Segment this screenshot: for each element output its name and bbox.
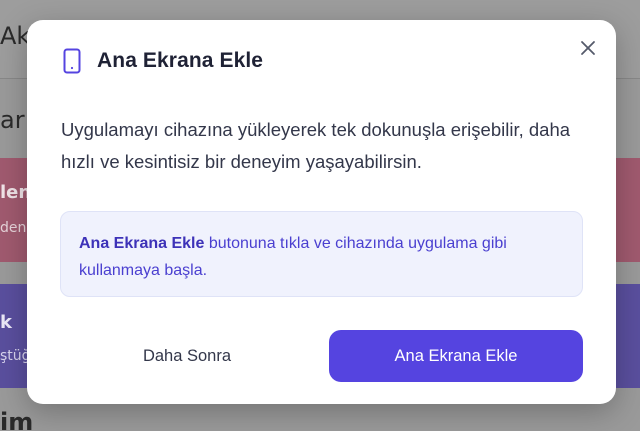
background-card-subtitle: ştüğ bbox=[0, 348, 31, 364]
later-button[interactable]: Daha Sonra bbox=[87, 330, 287, 382]
dialog-title: Ana Ekrana Ekle bbox=[97, 49, 264, 72]
dialog-description: Uygulamayı cihazına yükleyerek tek dokun… bbox=[61, 119, 571, 172]
add-to-home-button[interactable]: Ana Ekrana Ekle bbox=[329, 330, 583, 382]
viewport: Ak ar len den k ştüğ im Ana Ekrana Ekle bbox=[0, 0, 640, 431]
add-to-home-dialog: Ana Ekrana Ekle Uygulamayı cihazına yükl… bbox=[27, 20, 616, 404]
info-box: Ana Ekrana Ekle butonuna tıkla ve cihazı… bbox=[60, 211, 583, 297]
close-icon[interactable] bbox=[578, 38, 598, 58]
info-highlight: Ana Ekrana Ekle bbox=[79, 235, 205, 252]
background-bottom-text: im bbox=[0, 408, 34, 431]
dialog-header: Ana Ekrana Ekle bbox=[61, 48, 263, 74]
background-header-text: Ak bbox=[0, 22, 31, 50]
background-section-title: ar bbox=[0, 106, 25, 134]
phone-icon bbox=[61, 48, 83, 74]
background-card-title: k bbox=[0, 312, 12, 333]
background-card-subtitle: den bbox=[0, 220, 27, 236]
